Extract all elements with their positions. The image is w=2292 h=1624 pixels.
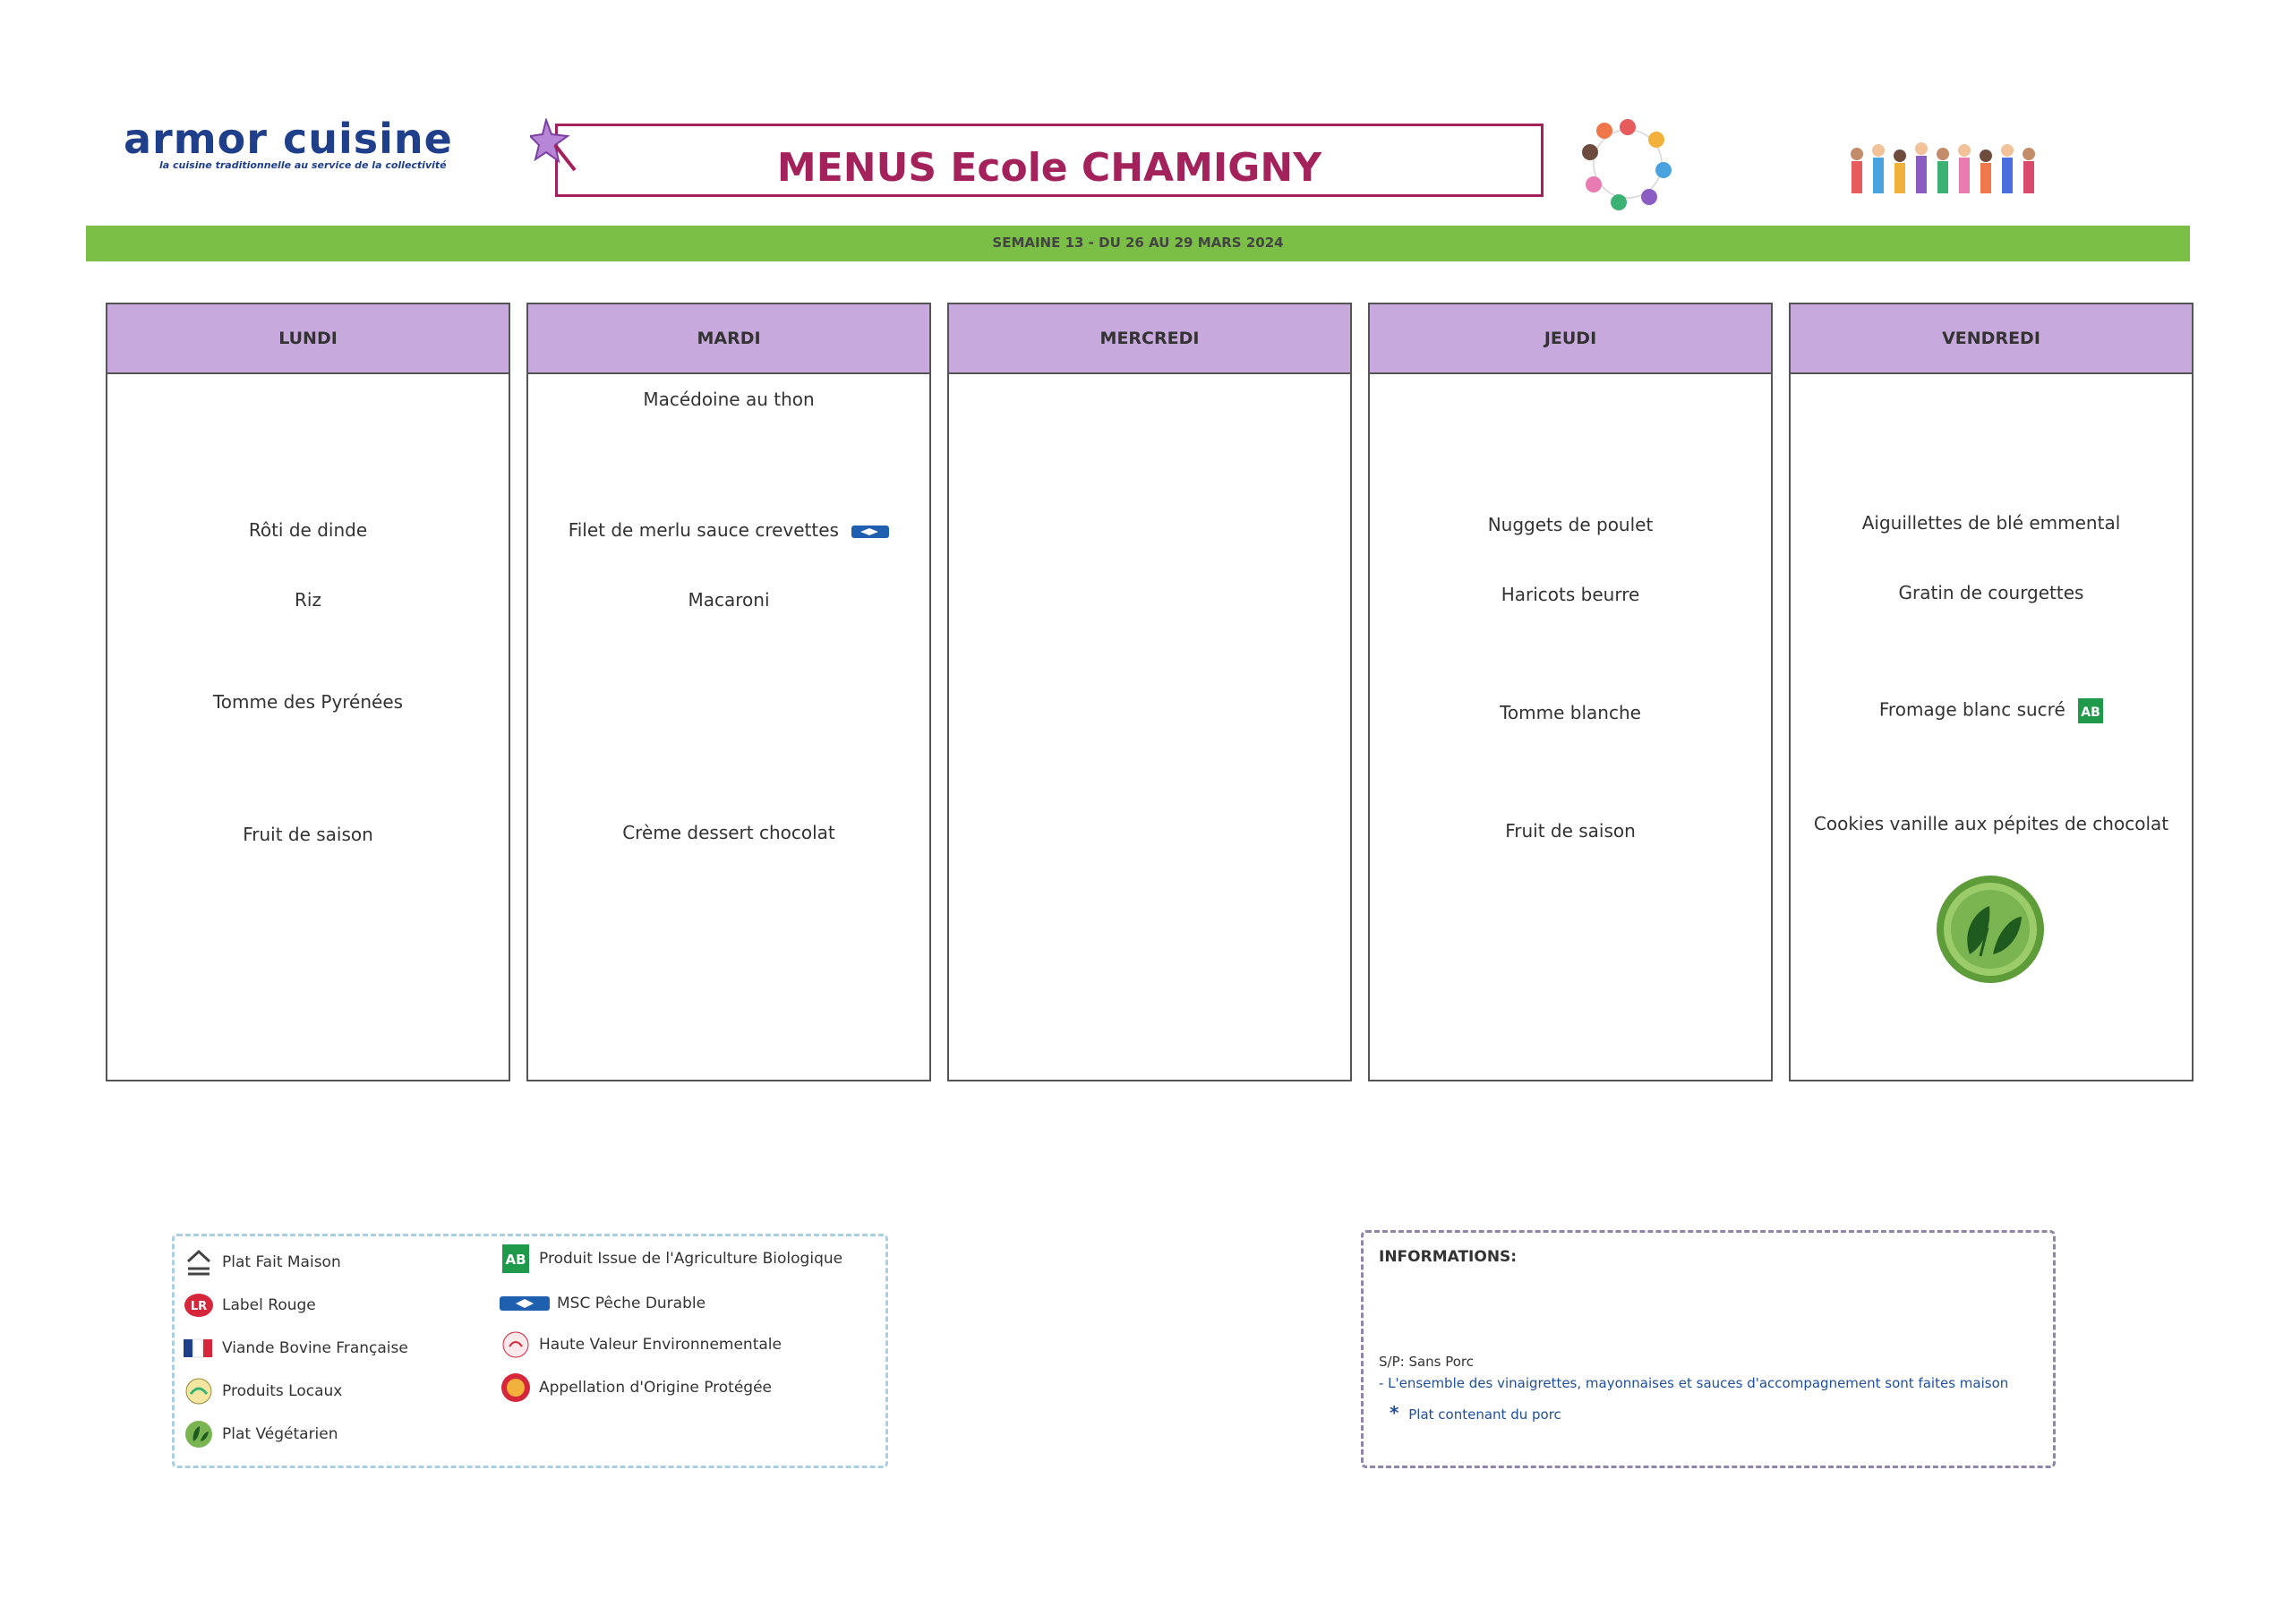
vbf-icon [183,1332,215,1364]
info-sauces: - L'ensemble des vinaigrettes, mayonnais… [1379,1375,2009,1391]
logo-text: armor cuisine [124,115,453,163]
info-title: INFORMATIONS: [1379,1248,1518,1266]
aop-icon [500,1372,532,1404]
dish-side: Macaroni [688,589,770,611]
page-title: MENUS Ecole CHAMIGNY [776,145,1322,191]
svg-text:AB: AB [505,1252,526,1268]
kids-circle-icon [1582,119,1672,210]
week-label: SEMAINE 13 - DU 26 AU 29 MARS 2024 [992,235,1284,251]
legend-label: Plat Végétarien [222,1425,338,1443]
dish-dessert: Fruit de saison [1505,820,1636,842]
legend-label: Produits Locaux [222,1382,343,1400]
legend-item: Plat Végétarien [183,1418,338,1450]
legend-item: AB Produit Issue de l'Agriculture Biolog… [500,1243,842,1275]
msc-fish-icon [851,525,890,538]
pork-asterisk: * [1390,1402,1399,1423]
day-column-mardi: MARDI Macédoine au thon Filet de merlu s… [526,303,931,1081]
dish-cheese: Fromage blanc sucré [1878,698,2065,721]
dish-main: Rôti de dinde [248,519,368,541]
day-column-jeudi: JEUDI Nuggets de poulet Haricots beurre … [1368,303,1773,1081]
legend-item: LR Label Rouge [183,1289,316,1321]
ab-organic-icon: AB [500,1243,532,1275]
legend-item: Haute Valeur Environnementale [500,1329,782,1361]
legend-label: MSC Pêche Durable [557,1295,706,1312]
dish-dessert: Fruit de saison [243,824,373,845]
hve-icon [500,1329,532,1361]
day-header: VENDREDI [1791,304,2192,374]
dish-main: Filet de merlu sauce crevettes [568,519,839,541]
day-header: LUNDI [107,304,509,374]
dish-side: Haricots beurre [1501,584,1640,605]
msc-fish-icon [500,1287,550,1320]
dish-main: Nuggets de poulet [1487,514,1654,535]
info-porc-label: Plat contenant du porc [1408,1406,1561,1423]
svg-text:AB: AB [2081,705,2100,720]
legend-item: MSC Pêche Durable [500,1287,706,1320]
svg-text:LR: LR [191,1300,207,1313]
info-porc-row: * Plat contenant du porc [1390,1402,1561,1423]
house-icon [183,1246,215,1278]
vegetarian-icon [183,1418,215,1450]
legend-item: Viande Bovine Française [183,1332,408,1364]
info-sans-porc: S/P: Sans Porc [1379,1354,1475,1370]
legend-label: Plat Fait Maison [222,1253,341,1271]
logo-tagline: la cuisine traditionnelle au service de … [159,159,447,171]
legend-label: Label Rouge [222,1296,316,1314]
day-header: JEUDI [1370,304,1771,374]
dish-cheese: Tomme blanche [1500,702,1641,723]
day-column-lundi: LUNDI Rôti de dinde Riz Tomme des Pyréné… [106,303,510,1081]
legend-item: Plat Fait Maison [183,1246,341,1278]
legend-label: Appellation d'Origine Protégée [539,1379,773,1397]
dish-side: Riz [295,589,321,611]
ab-organic-icon: AB [2078,698,2104,723]
day-column-vendredi: VENDREDI Aiguillettes de blé emmental Gr… [1789,303,2194,1081]
legend-label: Viande Bovine Française [222,1339,408,1357]
dish-side: Gratin de courgettes [1898,582,2084,603]
legend-item: Produits Locaux [183,1375,342,1407]
legend-item: Appellation d'Origine Protégée [500,1372,772,1404]
legend-label: Haute Valeur Environnementale [539,1336,782,1354]
day-column-mercredi: MERCREDI [947,303,1352,1081]
day-header: MERCREDI [949,304,1350,374]
dish-cheese-row: Fromage blanc sucré AB [1791,698,2192,723]
dish-cheese: Tomme des Pyrénées [212,691,404,713]
dish-starter: Macédoine au thon [643,389,815,410]
legend-label: Produit Issue de l'Agriculture Biologiqu… [539,1250,843,1268]
dish-dessert: Crème dessert chocolat [622,822,835,843]
label-rouge-icon: LR [183,1289,215,1321]
dish-main-row: Filet de merlu sauce crevettes [528,519,929,541]
day-header: MARDI [528,304,929,374]
local-products-icon [183,1375,215,1407]
kids-group-icon [1851,142,2035,193]
dish-dessert: Cookies vanille aux pépites de chocolat [1813,813,2169,834]
vegetarian-icon [1937,876,2044,983]
dish-main: Aiguillettes de blé emmental [1861,512,2121,534]
